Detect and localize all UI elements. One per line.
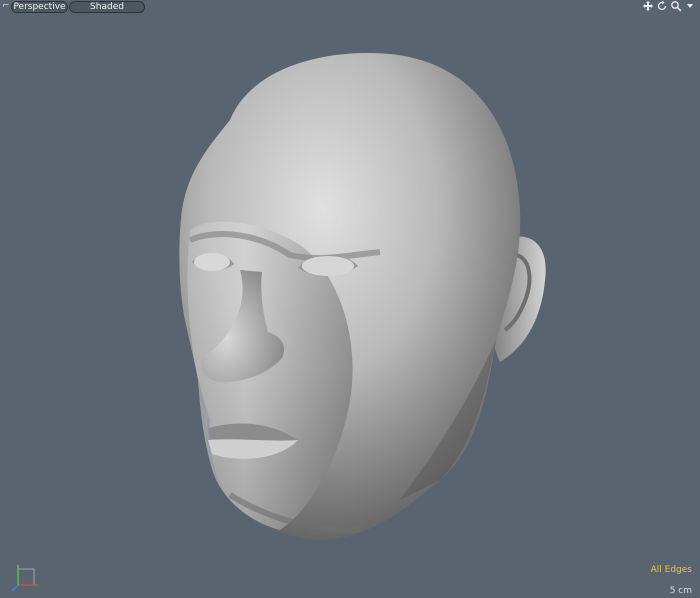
head-model-render — [179, 53, 546, 541]
3d-viewport[interactable]: ⌐ Perspective Shaded All Edges 5 cm — [0, 0, 700, 598]
grid-scale-label: 5 cm — [669, 586, 692, 596]
move-icon[interactable] — [642, 0, 654, 12]
axis-gizmo — [11, 565, 38, 592]
rotate-icon[interactable] — [656, 0, 668, 12]
selection-mode-label: All Edges — [650, 565, 692, 575]
viewport-toolbar: ⌐ Perspective Shaded — [0, 0, 700, 14]
viewport-options-corner[interactable]: ⌐ — [2, 1, 10, 11]
menu-arrow-icon[interactable] — [684, 0, 696, 12]
projection-dropdown[interactable]: Perspective — [11, 1, 68, 13]
zoom-icon[interactable] — [670, 0, 682, 12]
shading-dropdown[interactable]: Shaded — [69, 1, 145, 13]
viewport-nav-icons — [642, 0, 698, 12]
